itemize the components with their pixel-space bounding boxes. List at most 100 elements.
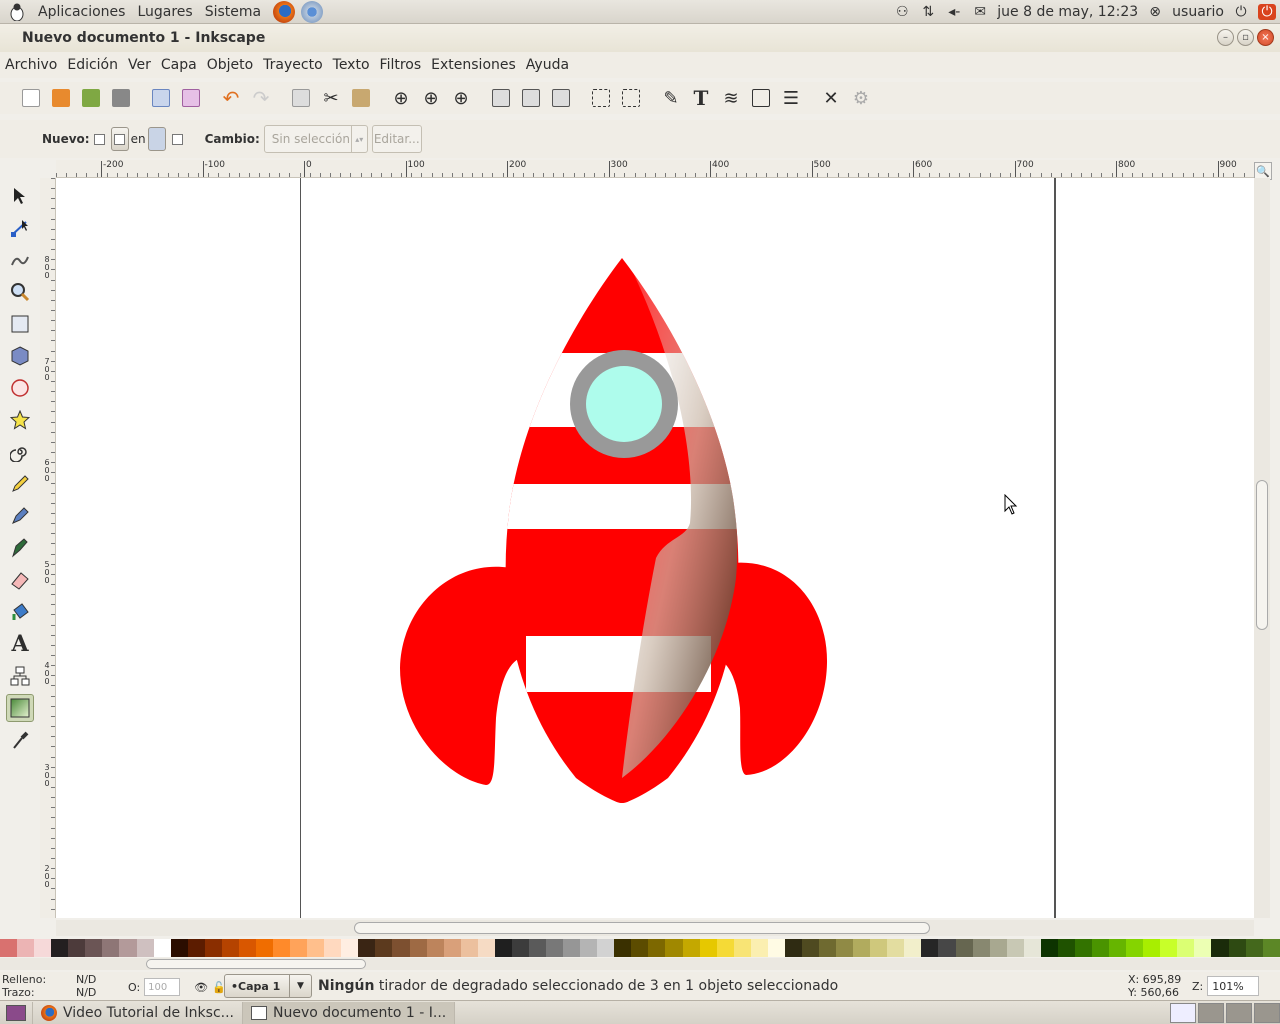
palette-swatch[interactable] <box>358 939 376 957</box>
palette-swatch[interactable] <box>1109 939 1127 957</box>
edit-button[interactable]: Editar... <box>371 125 422 153</box>
group-icon[interactable] <box>586 83 616 113</box>
palette-swatch[interactable] <box>1177 939 1195 957</box>
palette-swatch[interactable] <box>221 939 239 957</box>
power-icon[interactable]: ⏻ <box>1232 4 1250 20</box>
bucket-fill-tool-icon[interactable] <box>6 598 34 626</box>
user-status-icon[interactable]: ⊗ <box>1146 4 1164 20</box>
ellipse-tool-icon[interactable] <box>6 374 34 402</box>
palette-swatch[interactable] <box>716 939 734 957</box>
open-icon[interactable] <box>46 83 76 113</box>
dropper-tool-icon[interactable] <box>6 726 34 754</box>
palette-swatch[interactable] <box>273 939 291 957</box>
palette-swatch[interactable] <box>853 939 871 957</box>
palette-swatch[interactable] <box>477 939 495 957</box>
task-inkscape[interactable]: Nuevo documento 1 - I... <box>243 1001 456 1024</box>
layer-dropdown-icon[interactable]: ▼ <box>289 975 311 997</box>
menu-sistema[interactable]: Sistema <box>199 4 267 20</box>
palette-swatch[interactable] <box>699 939 717 957</box>
palette-swatch[interactable] <box>750 939 768 957</box>
palette-swatch[interactable] <box>85 939 103 957</box>
layer-selector[interactable]: •Capa 1 ▼ <box>224 974 312 998</box>
fill-toggle[interactable] <box>147 127 166 151</box>
vertical-scroll-thumb[interactable] <box>1256 480 1268 630</box>
save-icon[interactable] <box>76 83 106 113</box>
star-tool-icon[interactable] <box>6 406 34 434</box>
redo-icon[interactable]: ↷ <box>246 83 276 113</box>
horizontal-scroll-thumb[interactable] <box>354 922 930 934</box>
layers-icon[interactable]: ≋ <box>716 83 746 113</box>
volume-icon[interactable]: ◂‑ <box>945 4 963 20</box>
clone-icon[interactable] <box>516 83 546 113</box>
palette-swatch[interactable] <box>307 939 325 957</box>
palette-swatch[interactable] <box>153 939 171 957</box>
palette-swatch[interactable] <box>1126 939 1144 957</box>
palette-swatch[interactable] <box>648 939 666 957</box>
pen-tool-icon[interactable] <box>6 502 34 530</box>
palette-swatch[interactable] <box>1040 939 1058 957</box>
palette-swatch[interactable] <box>819 939 837 957</box>
maximize-button[interactable]: ▫ <box>1237 29 1254 46</box>
workspace-1[interactable] <box>1170 1003 1196 1023</box>
palette-swatch[interactable] <box>34 939 52 957</box>
user-name[interactable]: usuario <box>1172 4 1224 20</box>
palette-swatch[interactable] <box>494 939 512 957</box>
palette-swatch[interactable] <box>955 939 973 957</box>
workspace-3[interactable] <box>1226 1003 1252 1023</box>
palette-swatch[interactable] <box>375 939 393 957</box>
import-icon[interactable] <box>146 83 176 113</box>
palette-swatch[interactable] <box>324 939 342 957</box>
palette-swatch[interactable] <box>255 939 273 957</box>
palette-scroll-thumb[interactable] <box>146 959 366 969</box>
pencil-tool-icon[interactable] <box>6 470 34 498</box>
palette-swatch[interactable] <box>938 939 956 957</box>
close-button[interactable]: × <box>1257 29 1274 46</box>
palette-swatch[interactable] <box>0 939 18 957</box>
shutdown-icon[interactable]: ⏻ <box>1258 4 1276 20</box>
palette-swatch[interactable] <box>170 939 188 957</box>
selector-tool-icon[interactable] <box>6 182 34 210</box>
zoom-selection-icon[interactable]: ⊕ <box>386 83 416 113</box>
palette-swatch[interactable] <box>341 939 359 957</box>
xml-editor-icon[interactable] <box>746 83 776 113</box>
palette-swatch[interactable] <box>528 939 546 957</box>
palette-scrollbar[interactable] <box>0 958 1280 970</box>
zoom-input[interactable]: 101% <box>1207 976 1260 996</box>
palette-swatch[interactable] <box>1143 939 1161 957</box>
connector-tool-icon[interactable] <box>6 662 34 690</box>
zoom-page-icon[interactable]: ⊕ <box>446 83 476 113</box>
node-tool-icon[interactable] <box>6 214 34 242</box>
cut-icon[interactable]: ✂ <box>316 83 346 113</box>
palette-swatch[interactable] <box>1211 939 1229 957</box>
palette-swatch[interactable] <box>1057 939 1075 957</box>
palette-swatch[interactable] <box>17 939 35 957</box>
linear-gradient-checkbox[interactable] <box>93 133 105 145</box>
palette-swatch[interactable] <box>1262 939 1280 957</box>
text-font-icon[interactable]: T <box>686 83 716 113</box>
new-document-icon[interactable] <box>16 83 46 113</box>
workspace-4[interactable] <box>1254 1003 1280 1023</box>
palette-swatch[interactable] <box>238 939 256 957</box>
tweak-tool-icon[interactable] <box>6 246 34 274</box>
canvas[interactable] <box>56 178 1254 918</box>
network-updown-icon[interactable]: ⇅ <box>919 4 937 20</box>
palette-swatch[interactable] <box>733 939 751 957</box>
visibility-icon[interactable]: 👁 <box>194 981 208 994</box>
palette-swatch[interactable] <box>631 939 649 957</box>
rectangle-tool-icon[interactable] <box>6 310 34 338</box>
menu-ver[interactable]: Ver <box>123 57 156 73</box>
workspace-2[interactable] <box>1198 1003 1224 1023</box>
zoom-tool-icon[interactable] <box>6 278 34 306</box>
palette-swatch[interactable] <box>1092 939 1110 957</box>
firefox-icon[interactable] <box>273 0 296 23</box>
horizontal-ruler[interactable]: -200 -100 0 100 200 300 400 500 600 700 800 900 <box>56 160 1255 178</box>
menu-objeto[interactable]: Objeto <box>202 57 258 73</box>
menu-trayecto[interactable]: Trayecto <box>258 57 327 73</box>
palette-swatch[interactable] <box>187 939 205 957</box>
window-titlebar[interactable]: Nuevo documento 1 - Inkscape – ▫ × <box>0 24 1280 52</box>
document-properties-icon[interactable]: ⚙ <box>846 83 876 113</box>
preferences-icon[interactable]: ✕ <box>816 83 846 113</box>
palette-swatch[interactable] <box>767 939 785 957</box>
text-tool-icon[interactable]: A <box>6 630 34 658</box>
stroke-checkbox[interactable] <box>171 133 183 145</box>
